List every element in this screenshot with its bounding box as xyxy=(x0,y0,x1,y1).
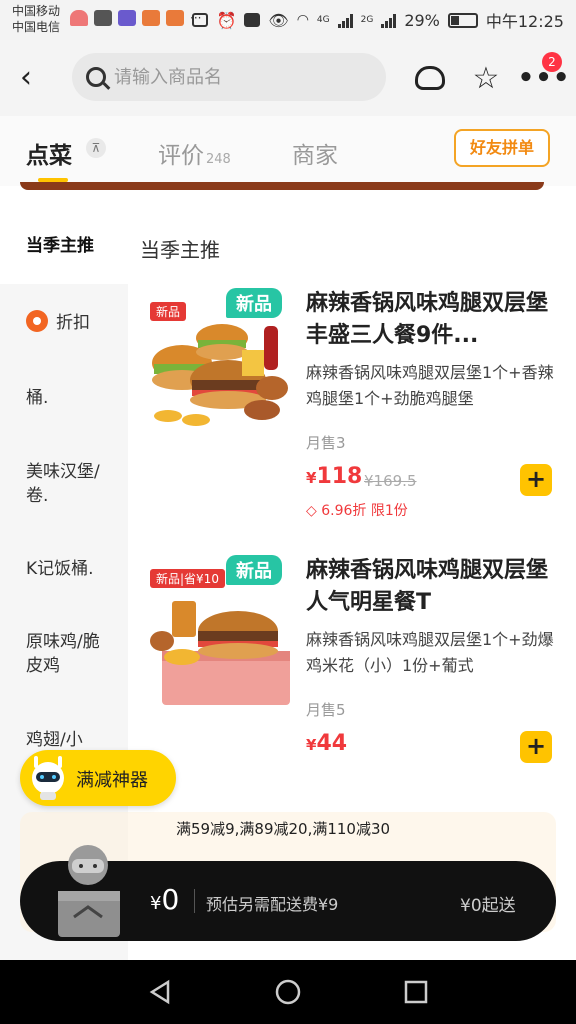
hd-icon xyxy=(244,13,261,27)
price-value: 118 xyxy=(316,464,363,489)
new-tag-small: 新品|省¥10 xyxy=(150,569,225,588)
mail-icon xyxy=(94,10,112,26)
cart-bar[interactable]: ¥0 预估另需配送费¥9 ¥0起送 xyxy=(20,845,556,941)
health-app-icon xyxy=(70,10,88,26)
original-price: ¥169.5 xyxy=(364,472,417,490)
price-currency: ¥ xyxy=(306,736,317,754)
cart-amount: 0 xyxy=(161,883,180,916)
section-title: 当季主推 xyxy=(140,238,220,262)
nav-home-icon[interactable] xyxy=(274,978,302,1006)
signal-4g-icon xyxy=(337,12,353,28)
cart-divider xyxy=(194,889,195,913)
product-price: ¥118 xyxy=(306,464,362,489)
vibrate-icon xyxy=(192,13,209,27)
tab-order[interactable]: 点菜 xyxy=(26,136,72,170)
category-item-bucket[interactable]: 桶. xyxy=(0,386,128,410)
alarm-icon: ⏰ xyxy=(216,10,237,30)
nav-back-icon[interactable] xyxy=(146,978,174,1006)
uc-browser-icon xyxy=(166,10,184,26)
wifi-icon: ◠ xyxy=(296,12,309,28)
cart-currency: ¥ xyxy=(150,893,162,914)
robot-icon xyxy=(32,756,64,800)
search-box[interactable] xyxy=(72,53,386,101)
battery-percent: 29% xyxy=(404,10,440,30)
coupon-helper-label: 满减神器 xyxy=(76,770,148,791)
discount-icon xyxy=(26,310,48,332)
category-item-seasonal[interactable]: 当季主推 xyxy=(0,210,128,284)
tab-review[interactable]: 评价 248 xyxy=(158,136,231,170)
category-discount-label: 折扣 xyxy=(56,313,90,333)
carrier-info: 中国移动 中国电信 xyxy=(12,3,60,35)
product-card[interactable]: 新品 新品 麻辣香锅风味鸡腿双层堡丰盛三人餐9件... 麻辣香锅风味鸡腿双层堡1… xyxy=(128,288,576,538)
discount-info: ◇ 6.96折 限1份 xyxy=(306,500,408,520)
category-item-rice-bucket[interactable]: K记饭桶. xyxy=(0,557,128,581)
back-arrow-icon[interactable]: ‹ xyxy=(8,58,44,98)
product-description: 麻辣香锅风味鸡腿双层堡1个+香辣鸡腿堡1个+劲脆鸡腿堡 xyxy=(306,363,554,408)
system-nav-bar xyxy=(0,960,576,1024)
discount-tag-icon: ◇ xyxy=(306,503,322,519)
new-tag: 新品 xyxy=(226,555,282,585)
new-tag: 新品 xyxy=(226,288,282,318)
delivery-fee: 预估另需配送费¥9 xyxy=(206,895,339,914)
product-name: 麻辣香锅风味鸡腿双层堡人气明星餐T xyxy=(306,558,549,615)
carrier-2: 中国电信 xyxy=(12,20,61,34)
eye-comfort-icon: 👁 xyxy=(268,10,289,30)
status-bar: 中国移动 中国电信 ··· ⏰ 👁 ◠ 4G 2G 29% 中午12:25 xyxy=(0,0,576,40)
nav-recent-icon[interactable] xyxy=(402,978,430,1006)
pin-top-icon[interactable]: ⊼ xyxy=(86,138,106,158)
search-icon xyxy=(86,67,106,87)
carrier-1: 中国移动 xyxy=(12,4,61,18)
add-to-cart-button[interactable]: + xyxy=(520,731,552,763)
tieba-app-icon xyxy=(118,10,136,26)
balloon-app-icon xyxy=(142,10,160,26)
cart-total: ¥0 xyxy=(150,883,179,916)
price-currency: ¥ xyxy=(306,469,317,487)
category-item-wings[interactable]: 鸡翅/小 xyxy=(0,728,128,752)
discount-rules: 满59减9,满89减20,满110减30 xyxy=(176,820,391,838)
category-item-chicken[interactable]: 原味鸡/脆皮鸡 xyxy=(0,630,128,678)
monthly-sales: 月售3 xyxy=(306,434,346,452)
new-tag-small: 新品 xyxy=(150,302,187,321)
coupon-helper-button[interactable]: 满减神器 xyxy=(20,750,176,806)
add-to-cart-button[interactable]: + xyxy=(520,464,552,496)
tab-review-label: 评价 xyxy=(158,143,204,169)
more-badge: 2 xyxy=(542,52,562,72)
favorite-star-icon[interactable]: ☆ xyxy=(466,58,506,98)
top-bar: ‹ ☆ ••• xyxy=(0,40,576,116)
search-input[interactable] xyxy=(114,66,354,88)
network-2g-label: 2G xyxy=(360,15,374,25)
tab-bar: 点菜 ⊼ 评价 248 商家 好友拼单 xyxy=(0,116,576,186)
minimum-order: ¥0起送 xyxy=(460,896,516,916)
banner-edge xyxy=(20,182,544,190)
customer-service-icon[interactable] xyxy=(410,58,450,98)
product-name: 麻辣香锅风味鸡腿双层堡丰盛三人餐9件... xyxy=(306,291,549,348)
category-item-burger[interactable]: 美味汉堡/卷. xyxy=(0,460,128,508)
product-price: ¥44 xyxy=(306,731,347,756)
group-order-button[interactable]: 好友拼单 xyxy=(454,129,550,167)
system-status: ⏰ 👁 ◠ 4G 2G 29% 中午12:25 xyxy=(192,8,564,32)
monthly-sales: 月售5 xyxy=(306,701,346,719)
notification-icons: ··· xyxy=(70,10,201,26)
category-item-discount[interactable]: 折扣 xyxy=(0,310,128,335)
discount-text: 6.96折 限1份 xyxy=(321,503,408,519)
network-4g-label: 4G xyxy=(316,15,330,25)
clock: 中午12:25 xyxy=(485,12,564,31)
review-count: 248 xyxy=(206,152,231,167)
signal-2g-icon xyxy=(381,12,397,28)
tab-shop[interactable]: 商家 xyxy=(292,136,338,170)
price-value: 44 xyxy=(316,731,348,756)
battery-icon xyxy=(447,12,478,28)
product-card[interactable]: 新品|省¥10 新品 麻辣香锅风味鸡腿双层堡人气明星餐T 麻辣香锅风味鸡腿双层堡… xyxy=(128,555,576,805)
product-description: 麻辣香锅风味鸡腿双层堡1个+劲爆鸡米花（小）1份+葡式 xyxy=(306,630,554,675)
courier-mascot-icon[interactable] xyxy=(48,835,128,939)
